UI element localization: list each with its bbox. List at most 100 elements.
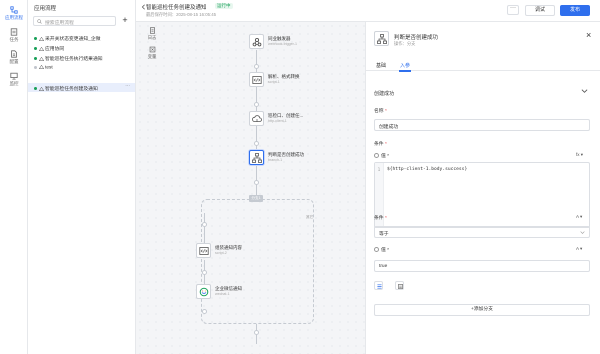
rail-item-monitor[interactable]: 监控 xyxy=(0,72,28,87)
flow-item[interactable]: 采开关状态变更通知_企微 xyxy=(28,33,135,42)
status-dot xyxy=(34,47,37,51)
rail-item-config-label: 配置 xyxy=(9,59,19,64)
branch-tag[interactable]: 分支1 xyxy=(249,195,263,202)
status-dot xyxy=(34,37,37,41)
branch-container xyxy=(201,199,314,324)
flow-item-label: 智能巡检任务创建及通知 xyxy=(45,87,98,92)
expression-editor[interactable]: 1 ${http-client-1.body.success} xyxy=(374,162,590,228)
flow-search-placeholder: 搜索应用流程 xyxy=(45,20,74,26)
operator-select-value: 等于 xyxy=(379,232,389,237)
required-mark: * xyxy=(387,248,390,253)
branch-section-title[interactable]: 创建成功 xyxy=(374,90,394,97)
wechat-icon xyxy=(199,287,209,297)
flow-type-icon xyxy=(39,56,44,61)
panel-node-icon-box xyxy=(374,31,389,46)
add-node-point[interactable] xyxy=(254,141,259,146)
top-bar: 智能巡检任务创建及通知 运行中 最后保存时间：2025-08-15 16:05:… xyxy=(136,0,600,22)
log-tool-label: 日志 xyxy=(147,35,157,40)
rail-item-monitor-label: 监控 xyxy=(9,81,19,86)
panel-tabs: 基础 入参 xyxy=(366,58,600,72)
flow-type-icon xyxy=(39,65,44,69)
log-tool[interactable]: 日志 xyxy=(142,27,162,41)
required-mark: * xyxy=(387,154,390,159)
operator-type-label: A xyxy=(576,214,579,219)
fx-label: fx xyxy=(576,152,580,157)
add-node-point[interactable] xyxy=(254,330,259,335)
flow-type-icon xyxy=(39,36,44,41)
branch-icon xyxy=(252,153,262,163)
add-node-point[interactable] xyxy=(202,309,207,314)
add-node-point[interactable] xyxy=(254,180,259,185)
operator-label-text: 条件 xyxy=(374,216,384,221)
rail-item-task[interactable]: 任务 xyxy=(0,28,28,43)
flow-item-label: 采开关状态变更通知_企微 xyxy=(45,37,101,42)
branch-icon xyxy=(377,34,387,44)
flow-item[interactable]: 应用协同 xyxy=(28,43,135,52)
flow-item[interactable]: 智能巡检任务执行结果通知 xyxy=(28,53,135,62)
variable-icon xyxy=(149,46,155,53)
add-condition-button[interactable] xyxy=(374,281,383,290)
debug-button[interactable]: 调试 xyxy=(525,5,555,16)
chevron-down-icon[interactable] xyxy=(581,88,588,94)
rail-item-config[interactable]: 配置 xyxy=(0,50,28,65)
tab-basic[interactable]: 基础 xyxy=(376,62,386,69)
condition-label-text: 条件 xyxy=(374,142,384,147)
status-dot xyxy=(34,65,37,69)
flow-list-panel: 应用流程 搜索应用流程 + 采开关状态变更通知_企微 应用协同 智能巡检任务执行… xyxy=(28,0,136,354)
chevron-down-icon xyxy=(580,231,585,234)
flow-item-label: 应用协同 xyxy=(45,47,65,52)
compare-value-field[interactable]: true xyxy=(374,260,590,272)
value-type-label: A xyxy=(576,246,579,251)
add-node-point[interactable] xyxy=(254,64,259,69)
add-flow-button[interactable]: + xyxy=(120,16,130,26)
flow-item-selected[interactable]: 智能巡检任务创建及通知 ··· xyxy=(28,83,135,92)
canvas-side-tools: 日志 变量 xyxy=(142,27,162,65)
status-badge: 运行中 xyxy=(215,3,233,9)
flow-search-input[interactable]: 搜索应用流程 xyxy=(33,16,116,26)
compare-value-label: 值 xyxy=(381,248,386,253)
name-field-label: 名称 * xyxy=(374,107,387,114)
tab-params[interactable]: 入参 xyxy=(400,62,410,69)
variable-tool-label: 变量 xyxy=(147,54,157,59)
group-icon xyxy=(397,283,403,289)
rail-item-flow[interactable]: 应用流程 xyxy=(0,6,28,21)
publish-button[interactable]: 发布 xyxy=(560,5,590,16)
add-node-point[interactable] xyxy=(202,222,207,227)
condition-label: 条件 * xyxy=(374,140,387,147)
name-field[interactable]: 创建成功 xyxy=(374,119,590,131)
radio-circle xyxy=(374,247,379,253)
expression-code: ${http-client-1.body.success} xyxy=(387,167,468,172)
node-id: webhook-trigger-1 xyxy=(268,42,297,46)
compare-value-radio[interactable]: 值 * xyxy=(374,246,389,253)
close-icon[interactable]: × xyxy=(586,31,591,40)
operator-type-toggle[interactable]: A ▾ xyxy=(576,214,582,220)
operator-select[interactable]: 等于 xyxy=(374,226,590,238)
condition-group-button[interactable] xyxy=(395,281,404,290)
status-dot xyxy=(34,87,37,91)
flow-item-more-button[interactable]: ··· xyxy=(125,84,130,89)
more-button[interactable]: ··· xyxy=(507,5,519,15)
required-mark: * xyxy=(384,142,387,147)
flow-list-title: 应用流程 xyxy=(34,6,57,12)
node-icon-box xyxy=(249,72,264,87)
flow-icon xyxy=(10,6,18,14)
add-node-point[interactable] xyxy=(202,270,207,275)
flow-title: 智能巡检任务创建及通知 xyxy=(146,5,207,11)
rail-item-task-label: 任务 xyxy=(9,37,19,42)
node-icon-box xyxy=(249,150,264,165)
list-icon xyxy=(376,284,382,288)
add-branch-button[interactable]: +添加分支 xyxy=(374,304,590,316)
add-node-point[interactable] xyxy=(254,102,259,107)
operator-label: 条件 * xyxy=(374,214,387,221)
flow-item-label: test xyxy=(45,65,53,71)
expression-toggle[interactable]: fx ▾ xyxy=(576,152,583,158)
variable-tool[interactable]: 变量 xyxy=(142,46,162,60)
flow-item[interactable]: test xyxy=(28,63,135,72)
flow-type-icon xyxy=(39,86,44,91)
last-saved-text: 最后保存时间：2025-08-15 16:05:45 xyxy=(146,12,216,17)
required-mark: * xyxy=(384,109,387,114)
branch-tag-other[interactable]: 其它 xyxy=(306,215,313,220)
value-type-toggle[interactable]: A ▾ xyxy=(576,246,582,252)
value-radio[interactable]: 值 * xyxy=(374,152,389,159)
required-mark: * xyxy=(384,216,387,221)
